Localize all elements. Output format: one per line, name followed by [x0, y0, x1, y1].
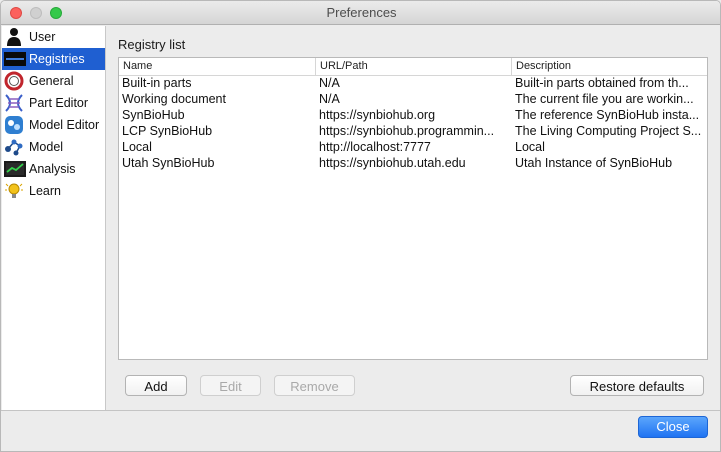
analysis-icon: [4, 159, 26, 179]
table-row[interactable]: Utah SynBioHub https://synbiohub.utah.ed…: [119, 155, 707, 171]
sidebar-item-label: Part Editor: [29, 96, 89, 110]
general-icon: [4, 71, 24, 91]
sidebar-item-label: User: [29, 30, 56, 44]
window-title: Preferences: [326, 5, 397, 20]
cell-description: The reference SynBioHub insta...: [515, 108, 700, 122]
add-button[interactable]: Add: [125, 375, 187, 396]
close-button[interactable]: Close: [638, 416, 708, 438]
cell-name: SynBioHub: [122, 108, 185, 122]
sidebar-item-label: General: [29, 74, 74, 88]
registry-table[interactable]: Name URL/Path Description Built-in parts…: [118, 57, 708, 360]
model-icon: [4, 137, 24, 157]
table-row[interactable]: Local http://localhost:7777 Local: [119, 139, 707, 155]
cell-url: https://synbiohub.org: [319, 108, 436, 122]
cell-url: N/A: [319, 76, 340, 90]
sidebar-item-label: Analysis: [29, 162, 76, 176]
cell-url: https://synbiohub.utah.edu: [319, 156, 466, 170]
cell-url: https://synbiohub.programmin...: [319, 124, 495, 138]
sidebar-item-learn[interactable]: Learn: [2, 180, 105, 202]
sidebar-item-analysis[interactable]: Analysis: [2, 158, 105, 180]
cell-url: N/A: [319, 92, 340, 106]
registry-list-label: Registry list: [118, 37, 186, 52]
restore-defaults-button[interactable]: Restore defaults: [570, 375, 704, 396]
edit-button: Edit: [200, 375, 261, 396]
table-row[interactable]: Working document N/A The current file yo…: [119, 91, 707, 107]
table-row[interactable]: LCP SynBioHub https://synbiohub.programm…: [119, 123, 707, 139]
learn-icon: [4, 181, 24, 201]
footer-divider: [1, 410, 720, 411]
cell-description: Utah Instance of SynBioHub: [515, 156, 673, 170]
model-editor-icon: [4, 115, 24, 135]
preferences-sidebar: User Registries General Part Editor Mode…: [2, 26, 106, 410]
column-header-description[interactable]: Description: [512, 58, 707, 75]
table-row[interactable]: SynBioHub https://synbiohub.org The refe…: [119, 107, 707, 123]
table-header: Name URL/Path Description: [119, 58, 707, 76]
user-icon: [4, 27, 24, 47]
sidebar-item-registries[interactable]: Registries: [2, 48, 105, 70]
cell-name: Working document: [122, 92, 226, 106]
sidebar-item-user[interactable]: User: [2, 26, 105, 48]
sidebar-item-label: Learn: [29, 184, 61, 198]
cell-name: Local: [122, 140, 152, 154]
cell-name: Utah SynBioHub: [122, 156, 215, 170]
part-editor-icon: [4, 93, 24, 113]
sidebar-item-label: Model Editor: [29, 118, 100, 132]
sidebar-item-general[interactable]: General: [2, 70, 105, 92]
sidebar-item-label: Registries: [29, 52, 85, 66]
registries-icon: [4, 49, 26, 69]
preferences-window: Preferences User Registries General Part…: [0, 0, 721, 452]
sidebar-item-model[interactable]: Model: [2, 136, 105, 158]
cell-description: The current file you are workin...: [515, 92, 694, 106]
cell-name: Built-in parts: [122, 76, 192, 90]
cell-description: Local: [515, 140, 545, 154]
cell-url: http://localhost:7777: [319, 140, 431, 154]
table-row[interactable]: Built-in parts N/A Built-in parts obtain…: [119, 75, 707, 91]
title-bar[interactable]: Preferences: [1, 1, 720, 25]
column-header-name[interactable]: Name: [119, 58, 316, 75]
cell-description: The Living Computing Project S...: [515, 124, 702, 138]
sidebar-item-label: Model: [29, 140, 64, 154]
sidebar-item-part-editor[interactable]: Part Editor: [2, 92, 105, 114]
remove-button: Remove: [274, 375, 355, 396]
column-header-url[interactable]: URL/Path: [316, 58, 512, 75]
sidebar-item-model-editor[interactable]: Model Editor: [2, 114, 105, 136]
cell-name: LCP SynBioHub: [122, 124, 213, 138]
cell-description: Built-in parts obtained from th...: [515, 76, 689, 90]
